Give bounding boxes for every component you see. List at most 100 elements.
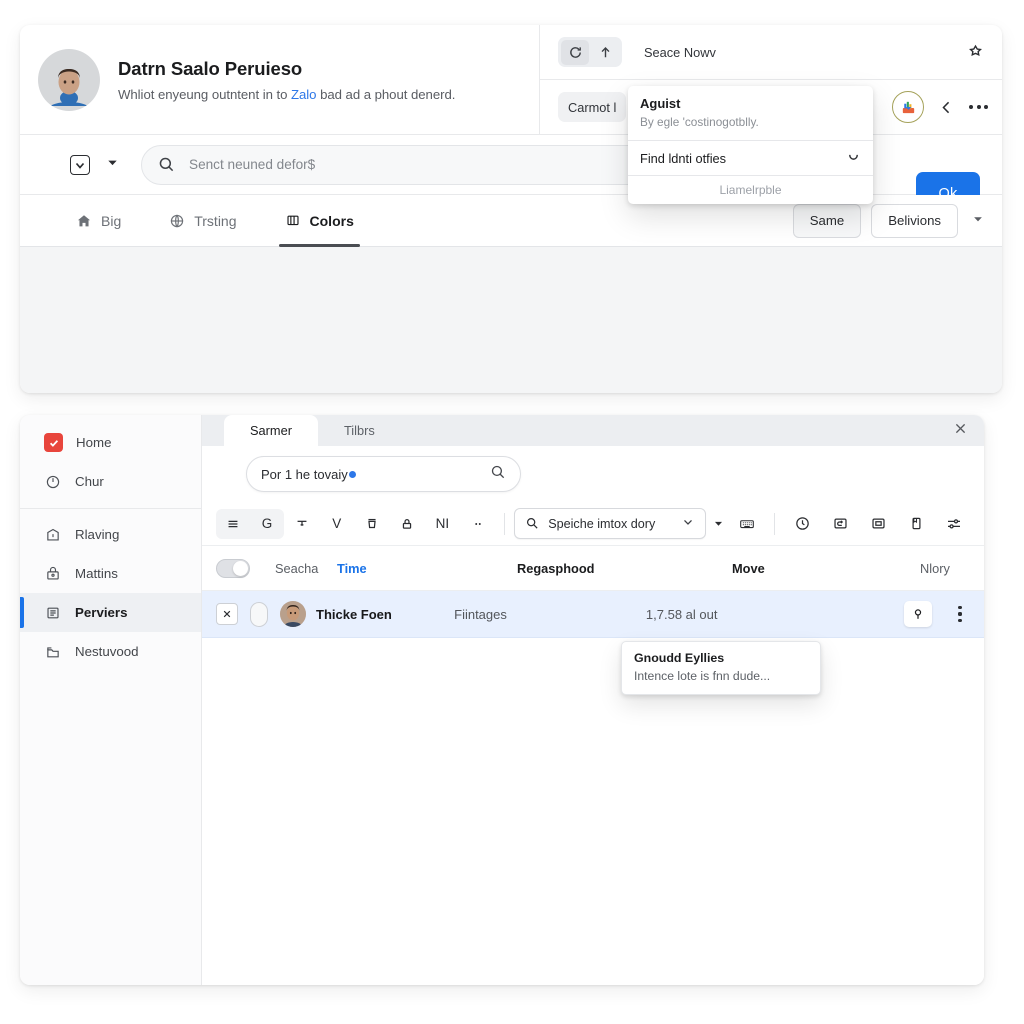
sidebar-divider xyxy=(20,508,201,509)
filter-button[interactable] xyxy=(284,509,319,539)
profile-badge-icon xyxy=(902,101,914,113)
row-menu-button[interactable] xyxy=(950,606,970,622)
tab-tilbrs[interactable]: Tilbrs xyxy=(318,415,401,446)
bookmark-button[interactable] xyxy=(962,39,988,65)
back-button[interactable] xyxy=(938,99,955,116)
column-move[interactable]: Move xyxy=(732,561,920,576)
g-button[interactable]: G xyxy=(250,509,284,539)
tab-actions-dropdown[interactable] xyxy=(968,212,988,230)
sidebar-item-home[interactable]: Home xyxy=(20,423,201,462)
row-pin-button[interactable] xyxy=(904,601,933,627)
select-all-toggle[interactable] xyxy=(216,558,250,578)
upload-button[interactable] xyxy=(591,40,619,65)
profile-subtitle-link[interactable]: Zalo xyxy=(291,87,317,102)
select-checkbox[interactable] xyxy=(70,154,90,175)
more-options-button[interactable] xyxy=(969,105,988,109)
search-input[interactable]: Senct neuned defor$ xyxy=(141,144,661,185)
tab-colors-label: Colors xyxy=(309,212,354,229)
ni-button[interactable]: NI xyxy=(425,509,460,539)
v-button[interactable]: V xyxy=(319,509,354,539)
sidebar-item-perviers[interactable]: Perviers xyxy=(20,593,201,632)
chevron-left-icon xyxy=(942,101,950,113)
segmented-control xyxy=(558,37,622,67)
row-close-button[interactable] xyxy=(216,603,238,625)
keyboard-icon xyxy=(740,519,755,528)
lower-search-input[interactable]: Por 1 he tovaiy xyxy=(246,456,521,492)
caret-down-icon xyxy=(714,521,722,526)
keyboard-button[interactable] xyxy=(730,509,765,539)
lower-panel: Home Chur Rlaving Mattins Perviers Nestu… xyxy=(20,415,984,985)
close-icon xyxy=(223,610,231,618)
column-nlory[interactable]: Nlory xyxy=(920,561,950,576)
archive-box-button[interactable] xyxy=(860,509,896,539)
column-time[interactable]: Time xyxy=(337,561,517,576)
toolbar-more-button[interactable] xyxy=(460,509,495,539)
column-regasphood[interactable]: Regasphood xyxy=(517,561,732,576)
menu-icon xyxy=(228,520,238,527)
rotate-button[interactable] xyxy=(822,509,858,539)
crop-button[interactable] xyxy=(354,509,389,539)
sidebar-item-chur[interactable]: Chur xyxy=(20,462,201,501)
select-dropdown-button[interactable] xyxy=(106,156,119,174)
belivions-button[interactable]: Belivions xyxy=(871,203,958,238)
row-select-pill[interactable] xyxy=(250,601,268,627)
clock-icon xyxy=(44,473,62,491)
chevron-down-icon xyxy=(974,216,982,221)
table-row[interactable]: Thicke Foen Fiintages 1,7.58 al out xyxy=(202,591,984,638)
sidebar-item-mattins-label: Mattins xyxy=(75,566,118,581)
close-icon xyxy=(955,423,966,434)
more-horizontal-icon xyxy=(969,105,973,109)
search-icon xyxy=(527,517,538,529)
chevron-down-icon xyxy=(108,160,117,165)
tab-big-label: Big xyxy=(101,212,122,229)
tab-sarmer[interactable]: Sarmer xyxy=(224,415,318,446)
tab-big[interactable]: Big xyxy=(70,195,127,247)
column-seacha[interactable]: Seacha xyxy=(275,561,337,576)
lower-search-button[interactable] xyxy=(490,464,506,485)
lock-icon xyxy=(403,518,412,529)
row-avatar[interactable] xyxy=(280,601,306,627)
status-pill[interactable]: Carmot l xyxy=(558,92,627,122)
folder-icon xyxy=(44,643,62,661)
popup-select-field[interactable]: Find ldnti otfies xyxy=(628,140,873,176)
sidebar-item-nestuvood-label: Nestuvood xyxy=(75,644,139,659)
search-cursor-dot xyxy=(348,470,356,478)
popup-description: By egle 'costinogotblly. xyxy=(640,115,759,129)
book-button[interactable] xyxy=(898,509,934,539)
lower-toolbar: G V NI Speiche imtox dory xyxy=(202,502,984,546)
profile-badge-button[interactable] xyxy=(892,91,924,123)
select-caret-button[interactable] xyxy=(706,509,729,539)
sidebar-item-rlaving[interactable]: Rlaving xyxy=(20,515,201,554)
same-button[interactable]: Same xyxy=(792,203,862,238)
more-horizontal-icon xyxy=(474,522,481,525)
menu-button[interactable] xyxy=(216,509,250,539)
inbox-icon xyxy=(44,565,62,583)
tooltip-body: Intence lote is fnn dude... xyxy=(634,669,771,683)
chevron-down-icon xyxy=(849,154,858,160)
popup-select-chevron[interactable] xyxy=(846,149,861,167)
popup-select-value: Find ldnti otfies xyxy=(640,150,727,166)
avatar-face-icon xyxy=(50,69,88,107)
archive-icon xyxy=(44,526,62,544)
close-panel-button[interactable] xyxy=(953,421,968,441)
sliders-icon xyxy=(948,518,961,529)
crop-icon xyxy=(368,518,376,528)
tab-colors[interactable]: Colors xyxy=(278,195,361,247)
arrow-up-icon xyxy=(601,46,609,57)
row-tooltip: Gnoudd Eyllies Intence lote is fnn dude.… xyxy=(621,641,821,695)
profile-strip: Datrn Saalo Peruieso Whliot enyeung outn… xyxy=(20,25,540,135)
refresh-button[interactable] xyxy=(561,39,589,65)
user-avatar[interactable] xyxy=(38,48,100,111)
inbox-select[interactable]: Speiche imtox dory xyxy=(514,508,707,539)
tab-trsting[interactable]: Trsting xyxy=(163,195,242,247)
table-header: Seacha Time Regasphood Move Nlory xyxy=(202,546,984,591)
sliders-button[interactable] xyxy=(936,509,972,539)
palette-icon xyxy=(286,215,299,225)
globe-icon xyxy=(171,214,184,228)
sidebar-item-mattins[interactable]: Mattins xyxy=(20,554,201,593)
lock-button[interactable] xyxy=(390,509,425,539)
popup-footer: Liamelrpble xyxy=(719,183,782,197)
tab-actions: Same Belivions xyxy=(792,203,1002,238)
clock-info-button[interactable] xyxy=(784,509,820,539)
sidebar-item-nestuvood[interactable]: Nestuvood xyxy=(20,632,201,671)
